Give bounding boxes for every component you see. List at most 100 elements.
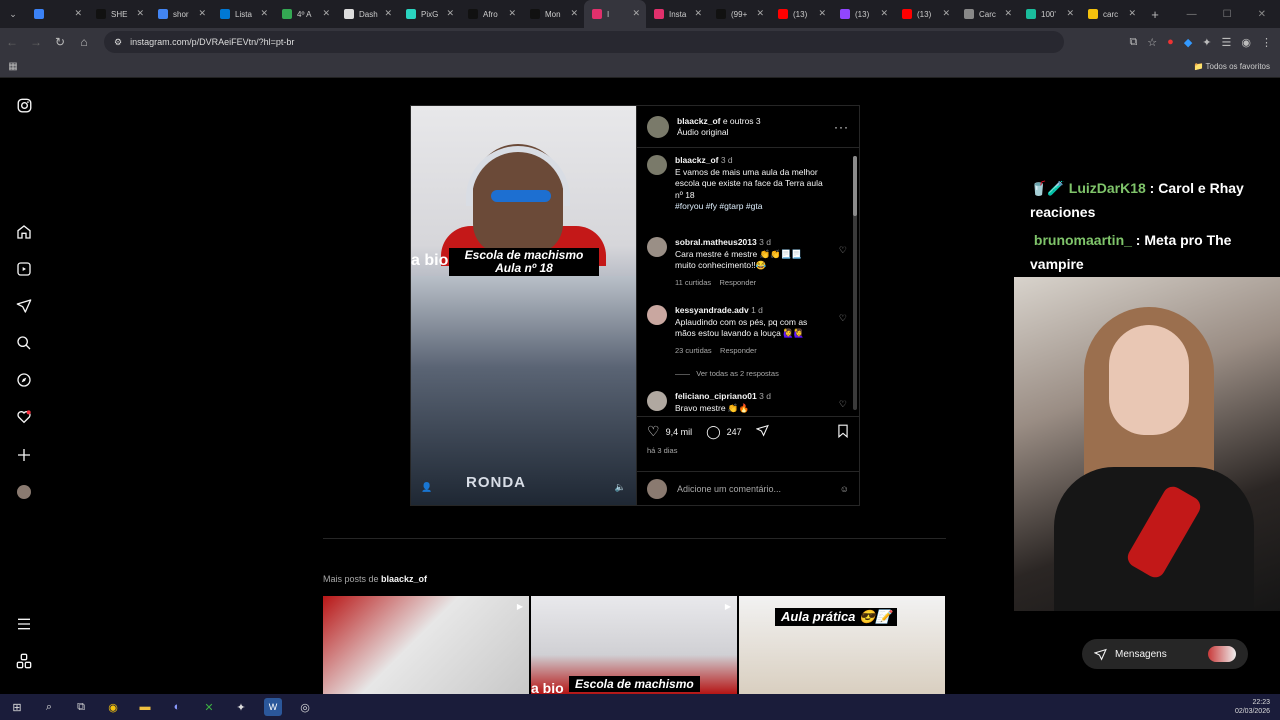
avatar[interactable]	[647, 305, 667, 325]
messages-button[interactable]: Mensagens	[1082, 639, 1248, 669]
like-icon[interactable]: ♡	[647, 423, 660, 440]
chrome-icon[interactable]: ◉	[104, 698, 122, 716]
browser-tab[interactable]: (99+ ✕	[708, 0, 770, 28]
xbox-icon[interactable]: ✕	[200, 698, 218, 716]
tab-close-icon[interactable]: ✕	[322, 8, 330, 19]
audio-label[interactable]: Áudio original	[677, 127, 761, 138]
comment-input[interactable]: Adicione um comentário...	[677, 484, 781, 494]
like-comment-icon[interactable]: ♡	[839, 245, 847, 256]
also-from-meta-icon[interactable]	[16, 653, 32, 669]
like-comment-icon[interactable]: ♡	[839, 313, 847, 324]
browser-tab[interactable]: (13) ✕	[770, 0, 832, 28]
browser-tab[interactable]: SHE ✕	[88, 0, 150, 28]
browser-tab[interactable]: shor ✕	[150, 0, 212, 28]
direct-messages-icon[interactable]	[16, 298, 32, 314]
bookmark-star-icon[interactable]: ☆	[1147, 36, 1157, 49]
tab-close-icon[interactable]: ✕	[384, 8, 392, 19]
avatar[interactable]	[647, 237, 667, 257]
more-post-thumb[interactable]: Aula prática 😎📝	[739, 596, 945, 694]
tab-close-icon[interactable]: ✕	[1004, 8, 1012, 19]
create-plus-icon[interactable]	[16, 447, 32, 463]
more-post-thumb[interactable]: ▶	[323, 596, 529, 694]
tab-search-icon[interactable]: ⌄	[0, 0, 26, 28]
browser-tab[interactable]: Insta ✕	[646, 0, 708, 28]
tab-close-icon[interactable]: ✕	[260, 8, 268, 19]
browser-tab[interactable]: 4º A ✕	[274, 0, 336, 28]
close-window-icon[interactable]: ✕	[1258, 9, 1266, 20]
browser-tab[interactable]: 100' ✕	[1018, 0, 1080, 28]
save-bookmark-icon[interactable]	[837, 424, 849, 440]
tab-close-icon[interactable]: ✕	[632, 8, 640, 19]
tab-close-icon[interactable]: ✕	[1066, 8, 1074, 19]
maximize-icon[interactable]: ☐	[1223, 9, 1232, 20]
tab-close-icon[interactable]: ✕	[446, 8, 454, 19]
browser-tab[interactable]: carc ✕	[1080, 0, 1142, 28]
chrome-menu-icon[interactable]: ⋮	[1261, 36, 1272, 49]
home-icon[interactable]: ⌂	[72, 35, 96, 49]
tab-close-icon[interactable]: ✕	[694, 8, 702, 19]
reload-icon[interactable]: ↻	[48, 35, 72, 49]
site-info-icon[interactable]: ⚙	[114, 37, 122, 48]
browser-tab[interactable]: Lista ✕	[212, 0, 274, 28]
extensions-icon[interactable]: ✦	[1202, 36, 1211, 49]
address-bar[interactable]: ⚙ instagram.com/p/DVRAeiFEVtn/?hl=pt-br	[104, 31, 1064, 53]
caption-tags[interactable]: #foryou #fy #gtarp #gta	[675, 201, 825, 213]
emoji-icon[interactable]: ☺	[840, 484, 849, 494]
browser-tab[interactable]: Dash ✕	[336, 0, 398, 28]
browser-tab[interactable]: (13) ✕	[894, 0, 956, 28]
back-icon[interactable]: ←	[0, 35, 24, 49]
reels-icon[interactable]	[16, 261, 32, 277]
start-icon[interactable]: ⊞	[8, 698, 26, 716]
extension-icon-2[interactable]: ◆	[1184, 36, 1192, 49]
view-replies-link[interactable]: —— Ver todas as 2 respostas	[675, 369, 779, 378]
comments-scrollbar[interactable]	[853, 156, 857, 410]
avatar[interactable]	[647, 391, 667, 411]
tab-close-icon[interactable]: ✕	[74, 8, 82, 19]
tab-close-icon[interactable]: ✕	[818, 8, 826, 19]
browser-tab[interactable]: Afro ✕	[460, 0, 522, 28]
tab-close-icon[interactable]: ✕	[136, 8, 144, 19]
browser-tab[interactable]: (13) ✕	[832, 0, 894, 28]
browser-tab[interactable]: Mon ✕	[522, 0, 584, 28]
comment-icon[interactable]: ◯	[706, 424, 721, 440]
search-icon[interactable]	[16, 335, 32, 351]
new-tab-button[interactable]: +	[1142, 7, 1168, 22]
tab-close-icon[interactable]: ✕	[570, 8, 578, 19]
more-menu-icon[interactable]	[16, 616, 32, 632]
like-count[interactable]: 9,4 mil	[666, 427, 693, 437]
more-options-icon[interactable]: ···	[834, 120, 849, 134]
browser-tab[interactable]: PixG ✕	[398, 0, 460, 28]
tab-close-icon[interactable]: ✕	[1128, 8, 1136, 19]
browser-tab[interactable]: Carc ✕	[956, 0, 1018, 28]
extension-icon[interactable]: ●	[1167, 36, 1174, 49]
file-explorer-icon[interactable]: ▬	[136, 698, 154, 716]
forward-icon[interactable]: →	[24, 35, 48, 49]
tagged-users-icon[interactable]: 👤	[421, 482, 435, 496]
tab-close-icon[interactable]: ✕	[198, 8, 206, 19]
install-app-icon[interactable]: ⧉	[1129, 36, 1137, 49]
task-view-icon[interactable]: ⧉	[72, 698, 90, 716]
share-icon[interactable]	[755, 424, 769, 439]
discord-icon[interactable]: ◐	[168, 698, 186, 716]
caption-username[interactable]: blaackz_of	[675, 155, 718, 165]
tab-close-icon[interactable]: ✕	[508, 8, 516, 19]
explore-compass-icon[interactable]	[16, 372, 32, 388]
browser-tab[interactable]: ✕	[26, 0, 88, 28]
profile-avatar-icon[interactable]	[16, 484, 32, 500]
obs-icon[interactable]: ◎	[296, 698, 314, 716]
author-username[interactable]: blaackz_of	[677, 116, 720, 126]
browser-tab[interactable]: I ✕	[584, 0, 646, 28]
reading-list-icon[interactable]: ☰	[1222, 36, 1232, 49]
tab-close-icon[interactable]: ✕	[880, 8, 888, 19]
instagram-logo-icon[interactable]	[16, 97, 32, 113]
minimize-icon[interactable]: —	[1187, 9, 1197, 20]
word-icon[interactable]: W	[264, 698, 282, 716]
mute-icon[interactable]: 🔈	[615, 482, 626, 493]
apps-grid-icon[interactable]: ▦	[0, 61, 26, 72]
author-avatar[interactable]	[647, 115, 669, 138]
home-nav-icon[interactable]	[16, 224, 32, 240]
avatar[interactable]	[647, 155, 667, 175]
app-icon[interactable]: ✦	[232, 698, 250, 716]
tab-close-icon[interactable]: ✕	[756, 8, 764, 19]
search-icon[interactable]: ⌕	[40, 698, 58, 716]
